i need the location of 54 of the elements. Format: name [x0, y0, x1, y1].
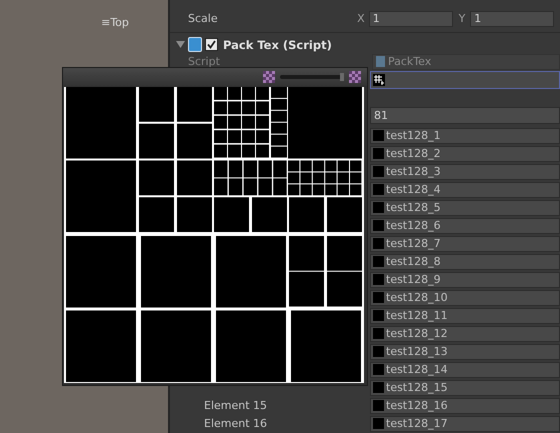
texture-swatch-icon: [373, 220, 384, 232]
texture-object-field[interactable]: test128_11: [370, 308, 560, 324]
texture-object-field[interactable]: test128_16: [370, 398, 560, 414]
element-label: Element 15: [203, 399, 268, 412]
texture-thumbnail-icon: [373, 74, 385, 86]
texture-swatch-icon: [373, 382, 384, 394]
axis-label: Y: [458, 12, 466, 26]
texture-swatch-icon: [373, 346, 384, 358]
texture-object-field[interactable]: test128_17: [370, 416, 560, 432]
texture-object-field[interactable]: test128_12: [370, 326, 560, 342]
texture-object-field[interactable]: test128_2: [370, 146, 560, 162]
number-field[interactable]: 1: [470, 10, 554, 27]
script-file-icon: [376, 56, 385, 68]
texture-object-field[interactable]: test128_1: [370, 128, 560, 144]
texture-swatch-icon: [373, 310, 384, 322]
enable-checkbox[interactable]: [205, 38, 218, 52]
texture-swatch-icon: [373, 184, 384, 196]
texture-object-field[interactable]: test128_7: [370, 236, 560, 252]
script-icon: [188, 37, 202, 52]
texture-swatch-icon: [373, 328, 384, 340]
texture-swatch-icon: [373, 274, 384, 286]
texture-swatch-icon: [373, 130, 384, 142]
collapse-triangle-icon[interactable]: [176, 40, 185, 50]
texture-object-field[interactable]: test128_13: [370, 344, 560, 360]
texture-swatch-icon: [373, 166, 384, 178]
texture-object-field[interactable]: test128_3: [370, 164, 560, 180]
axis-label: X: [357, 12, 366, 26]
texture-swatch-icon: [373, 238, 384, 250]
texture-object-field[interactable]: test128_15: [370, 380, 560, 396]
texture-swatch-icon: [373, 202, 384, 214]
texture-swatch-icon: [373, 364, 384, 376]
property-label: Scale: [188, 12, 219, 26]
texture-object-field[interactable]: test128_10: [370, 290, 560, 306]
texture-swatch-icon: [373, 256, 384, 268]
texture-swatch-icon: [373, 148, 384, 160]
texture-object-field[interactable]: test128_5: [370, 200, 560, 216]
texture-object-field[interactable]: test128_4: [370, 182, 560, 198]
texture-field[interactable]: [370, 71, 560, 90]
script-field[interactable]: PackTex: [372, 54, 560, 70]
texture-swatch-icon: [373, 418, 384, 430]
texture-swatch-icon: [373, 292, 384, 304]
slider-thumb[interactable]: [340, 73, 344, 81]
view-orientation-label[interactable]: ≡Top: [101, 16, 129, 30]
number-field[interactable]: 1: [368, 10, 453, 27]
component-title: Pack Tex (Script): [223, 38, 332, 52]
texture-object-field[interactable]: test128_8: [370, 254, 560, 270]
script-label: Script: [188, 55, 221, 68]
texture-swatch-icon: [373, 400, 384, 412]
element-label: Element 16: [203, 417, 268, 430]
texture-object-field[interactable]: test128_6: [370, 218, 560, 234]
texture-object-field[interactable]: test128_9: [370, 272, 560, 288]
texture-object-field[interactable]: test128_14: [370, 362, 560, 378]
checker-icon[interactable]: [349, 71, 361, 83]
size-field[interactable]: 81: [370, 107, 560, 124]
